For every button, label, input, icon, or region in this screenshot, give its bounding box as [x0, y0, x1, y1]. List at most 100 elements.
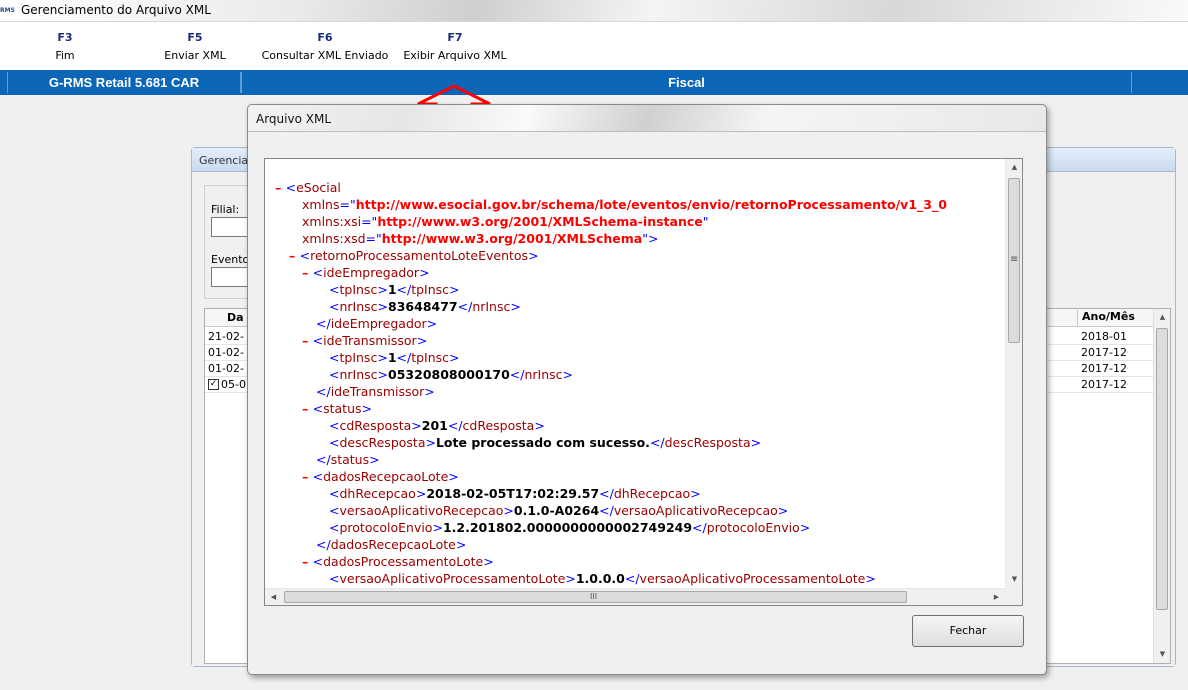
xml-token: " [702, 214, 709, 229]
xml-token: </ [509, 367, 525, 382]
xml-token: < [299, 248, 311, 263]
xml-dialog: Arquivo XML – <eSocial xmlns="http://www.… [247, 104, 1047, 675]
scroll-down-icon[interactable]: ▼ [1006, 571, 1023, 588]
fim-key: F3 [57, 31, 73, 44]
xml-token: descResposta [339, 435, 426, 450]
xml-token: 1.2.201802.0000000000002749249 [442, 520, 693, 535]
exibir-arquivo-xml-key: F7 [447, 31, 463, 44]
xml-token: nrInsc [524, 367, 563, 382]
exibir-arquivo-xml-label: Exibir Arquivo XML [403, 49, 507, 62]
collapse-toggle[interactable]: – [289, 248, 300, 263]
xml-line: <dhRecepcao>2018-02-05T17:02:29.57</dhRe… [329, 485, 701, 502]
exibir-arquivo-xml-button[interactable]: F7 Exibir Arquivo XML [398, 31, 512, 62]
grid-scroll-thumb[interactable] [1156, 328, 1168, 610]
xml-token: 2018-02-05T17:02:29.57 [426, 486, 600, 501]
scroll-up-icon[interactable]: ▲ [1154, 309, 1171, 326]
xml-token: 201 [421, 418, 448, 433]
xml-line: </dadosRecepcaoLote> [316, 536, 466, 553]
xml-token: < [329, 520, 340, 535]
xml-line: <descResposta>Lote processado com sucess… [329, 434, 761, 451]
xml-line: xmlns="http://www.esocial.gov.br/schema/… [302, 196, 947, 213]
xml-token: 05320808000170 [388, 367, 510, 382]
enviar-xml-button[interactable]: F5 Enviar XML [150, 31, 240, 62]
xml-token: < [329, 350, 340, 365]
scroll-corner [1005, 588, 1022, 605]
xml-token: versaoAplicativoRecepcao [613, 503, 778, 518]
xml-token: dadosProcessamentoLote [323, 554, 484, 569]
xml-line: xmlns:xsd="http://www.w3.org/2001/XMLSch… [302, 230, 658, 247]
xml-token: cdResposta [339, 418, 412, 433]
xml-token: < [312, 265, 324, 280]
xml-token: < [285, 180, 297, 195]
xml-token: < [329, 367, 340, 382]
xml-token: </ [396, 282, 412, 297]
collapse-toggle[interactable]: – [302, 265, 313, 280]
grip-icon: III [590, 592, 598, 601]
xml-token: > [865, 571, 876, 586]
collapse-toggle[interactable]: – [275, 180, 286, 195]
fim-button[interactable]: F3 Fim [40, 31, 90, 62]
scroll-right-icon[interactable]: ▶ [988, 589, 1005, 606]
xml-token: nrInsc [339, 299, 378, 314]
xml-token: </ [599, 486, 614, 501]
xml-token: status [323, 401, 362, 416]
xml-line: </ideEmpregador> [316, 315, 437, 332]
row-checkbox[interactable]: ✓ [208, 379, 219, 390]
xml-line: </status> [316, 451, 380, 468]
xml-token: > [411, 418, 422, 433]
xml-token: < [312, 469, 324, 484]
xml-token: </ [624, 571, 640, 586]
scroll-up-icon[interactable]: ▲ [1006, 159, 1023, 176]
xml-hscroll-thumb[interactable]: III [284, 591, 907, 603]
xml-token: < [312, 333, 324, 348]
xml-token: > [416, 333, 428, 348]
xml-token: < [329, 299, 340, 314]
xml-vscroll-thumb[interactable]: ≡ [1008, 178, 1020, 343]
xml-token: versaoAplicativoProcessamentoLote [339, 571, 566, 586]
xml-token: 1 [387, 282, 397, 297]
grid-vertical-scrollbar[interactable]: ▲ ▼ [1153, 309, 1170, 663]
xml-token: </ [457, 299, 473, 314]
xml-line: – <ideEmpregador> [302, 264, 430, 281]
filial-label: Filial: [211, 203, 240, 216]
function-key-toolbar: F3 Fim F5 Enviar XML F6 Consultar XML En… [0, 22, 1188, 70]
xml-token: > [415, 486, 427, 501]
xml-line: – <eSocial [275, 179, 341, 196]
collapse-toggle[interactable]: – [302, 554, 313, 569]
xml-token: > [799, 520, 811, 535]
xml-token: > [432, 520, 443, 535]
xml-token: > [449, 282, 460, 297]
xml-vertical-scrollbar[interactable]: ▲ ≡ ▼ [1005, 159, 1022, 588]
xml-token: 1 [387, 350, 397, 365]
xml-token: cdResposta [462, 418, 535, 433]
fechar-button[interactable]: Fechar [912, 615, 1024, 647]
xml-token: > [369, 452, 380, 467]
scroll-down-icon[interactable]: ▼ [1154, 646, 1171, 663]
xml-token: > [424, 384, 435, 399]
window-title: Gerenciamento do Arquivo XML [21, 3, 211, 17]
xml-token: dadosRecepcaoLote [323, 469, 449, 484]
collapse-toggle[interactable]: – [302, 401, 313, 416]
collapse-toggle[interactable]: – [302, 469, 313, 484]
collapse-toggle[interactable]: – [302, 333, 313, 348]
xml-token: > [426, 316, 438, 331]
xml-token: </ [396, 350, 412, 365]
xml-horizontal-scrollbar[interactable]: ◀ III ▶ [265, 588, 1005, 605]
scroll-left-icon[interactable]: ◀ [265, 589, 282, 606]
xml-dialog-titlebar[interactable]: Arquivo XML [248, 105, 1046, 132]
row-date: 05-0 [221, 378, 246, 391]
xml-token: ideEmpregador [323, 265, 420, 280]
xml-token: ideTransmissor [330, 384, 425, 399]
consultar-xml-button[interactable]: F6 Consultar XML Enviado [256, 31, 394, 62]
consultar-xml-key: F6 [317, 31, 333, 44]
grid-header-ano-mes[interactable]: Ano/Mês [1077, 310, 1135, 326]
xml-token: =" [339, 197, 356, 212]
xml-token: xmlns:xsd [302, 231, 366, 246]
xml-token: < [329, 486, 340, 501]
xml-token: dhRecepcao [339, 486, 416, 501]
xml-dialog-title: Arquivo XML [256, 112, 332, 126]
fim-label: Fim [55, 49, 75, 62]
xml-token: </ [316, 452, 331, 467]
xml-token: 83648477 [388, 299, 458, 314]
xml-token: > [690, 486, 701, 501]
